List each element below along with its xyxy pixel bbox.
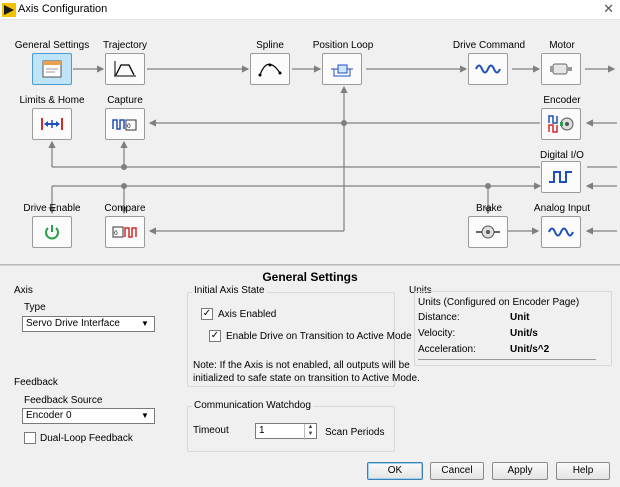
dual-loop-label: Dual-Loop Feedback [40, 433, 133, 444]
feedback-source-dropdown[interactable]: Encoder 0 ▼ [22, 408, 155, 424]
block-label-drive-command: Drive Command [452, 40, 526, 51]
power-icon [45, 225, 59, 240]
motor-icon [550, 63, 572, 75]
svg-text:0: 0 [127, 123, 131, 130]
axis-enabled-label: Axis Enabled [218, 309, 277, 320]
axis-enabled-checkbox[interactable]: ✓ [201, 308, 213, 320]
enable-drive-checkbox[interactable]: ✓ [209, 330, 221, 342]
type-dropdown[interactable]: Servo Drive Interface ▼ [22, 316, 155, 332]
block-label-spline: Spline [256, 40, 284, 51]
capture-icon: 0 [112, 119, 137, 131]
feedback-group-label: Feedback [14, 377, 58, 388]
trajectory-block[interactable] [105, 53, 145, 85]
axis-diagram: General Settings Trajectory Spline Posit… [0, 21, 620, 264]
block-label-compare: Compare [104, 203, 146, 214]
capture-block[interactable]: 0 [105, 108, 145, 140]
spline-curve-icon [258, 63, 282, 77]
units-subtitle: Units (Configured on Encoder Page) [418, 297, 580, 308]
cancel-button[interactable]: Cancel [430, 462, 484, 480]
compare-icon: 0 [112, 226, 137, 238]
timeout-value: 1 [259, 425, 265, 436]
unit-acceleration-label: Acceleration: [418, 344, 476, 355]
brake-block[interactable] [468, 216, 508, 248]
timeout-unit: Scan Periods [325, 427, 385, 438]
spin-down-icon[interactable]: ▼ [305, 431, 316, 438]
block-label-encoder: Encoder [543, 95, 581, 106]
labview-icon [2, 3, 16, 17]
check-icon: ✓ [210, 330, 220, 341]
check-icon: ✓ [202, 308, 212, 319]
unit-distance-label: Distance: [418, 312, 460, 323]
analog-input-block[interactable] [541, 216, 581, 248]
diagram-wires [48, 65, 617, 235]
timeout-input[interactable]: 1 ▲ ▼ [255, 423, 317, 440]
block-label-trajectory: Trajectory [102, 40, 148, 51]
timeout-label: Timeout [193, 425, 229, 436]
enable-drive-label: Enable Drive on Transition to Active Mod… [226, 331, 412, 342]
block-label-motor: Motor [549, 40, 575, 51]
unit-velocity-label: Velocity: [418, 328, 456, 339]
unit-acceleration-value: Unit/s^2 [510, 344, 550, 355]
note-line-1: Note: If the Axis is not enabled, all ou… [193, 360, 410, 371]
square-wave-icon [549, 171, 572, 183]
apply-button[interactable]: Apply [492, 462, 548, 480]
block-label-analog-input: Analog Input [533, 203, 591, 214]
feedback-source-label: Feedback Source [24, 395, 103, 406]
settings-window-icon [42, 60, 62, 78]
note-line-2: initialized to safe state on transition … [193, 373, 420, 384]
limit-arrows-icon [41, 118, 63, 130]
unit-velocity-value: Unit/s [510, 328, 538, 339]
block-label-position-loop: Position Loop [312, 40, 374, 51]
panel-title: General Settings [262, 270, 358, 284]
chevron-down-icon: ▼ [141, 411, 149, 420]
position-loop-block[interactable] [322, 53, 362, 85]
block-label-general-settings: General Settings [14, 40, 90, 51]
compare-block[interactable]: 0 [105, 216, 145, 248]
brake-icon [476, 225, 500, 239]
motor-block[interactable] [541, 53, 581, 85]
control-loop-icon [331, 64, 353, 77]
chevron-down-icon: ▼ [141, 319, 149, 328]
timeout-spinner[interactable]: ▲ ▼ [304, 424, 316, 440]
sine-wave-icon [475, 64, 501, 74]
help-button[interactable]: Help [556, 462, 610, 480]
section-divider [0, 264, 620, 266]
encoder-block[interactable] [541, 108, 581, 140]
block-label-brake: Brake [475, 203, 503, 214]
initial-state-note: Note: If the Axis is not enabled, all ou… [193, 359, 420, 385]
drive-command-block[interactable] [468, 53, 508, 85]
units-divider [418, 359, 596, 360]
title-bar: Axis Configuration ✕ [0, 0, 620, 20]
spline-block[interactable] [250, 53, 290, 85]
initial-state-label: Initial Axis State [192, 285, 267, 296]
feedback-source-value: Encoder 0 [26, 410, 72, 421]
block-label-digital-io: Digital I/O [540, 150, 584, 161]
spin-up-icon[interactable]: ▲ [305, 424, 316, 431]
digital-io-block[interactable] [541, 161, 581, 193]
close-icon[interactable]: ✕ [603, 1, 614, 17]
window-title: Axis Configuration [18, 3, 108, 15]
block-label-limits-home: Limits & Home [19, 95, 85, 106]
type-value: Servo Drive Interface [26, 318, 120, 329]
watchdog-label: Communication Watchdog [192, 400, 313, 411]
block-label-drive-enable: Drive Enable [23, 203, 81, 214]
block-label-capture: Capture [107, 95, 143, 106]
drive-enable-block[interactable] [32, 216, 72, 248]
trajectory-profile-icon [114, 61, 136, 77]
dual-loop-checkbox[interactable] [24, 432, 36, 444]
general-settings-block[interactable] [32, 53, 72, 85]
svg-text:0: 0 [114, 230, 118, 237]
type-label: Type [24, 302, 46, 313]
axis-group-label: Axis [14, 285, 33, 296]
analog-wave-icon [548, 227, 574, 237]
encoder-icon [548, 115, 574, 133]
ok-button[interactable]: OK [367, 462, 423, 480]
limits-home-block[interactable] [32, 108, 72, 140]
unit-distance-value: Unit [510, 312, 530, 323]
